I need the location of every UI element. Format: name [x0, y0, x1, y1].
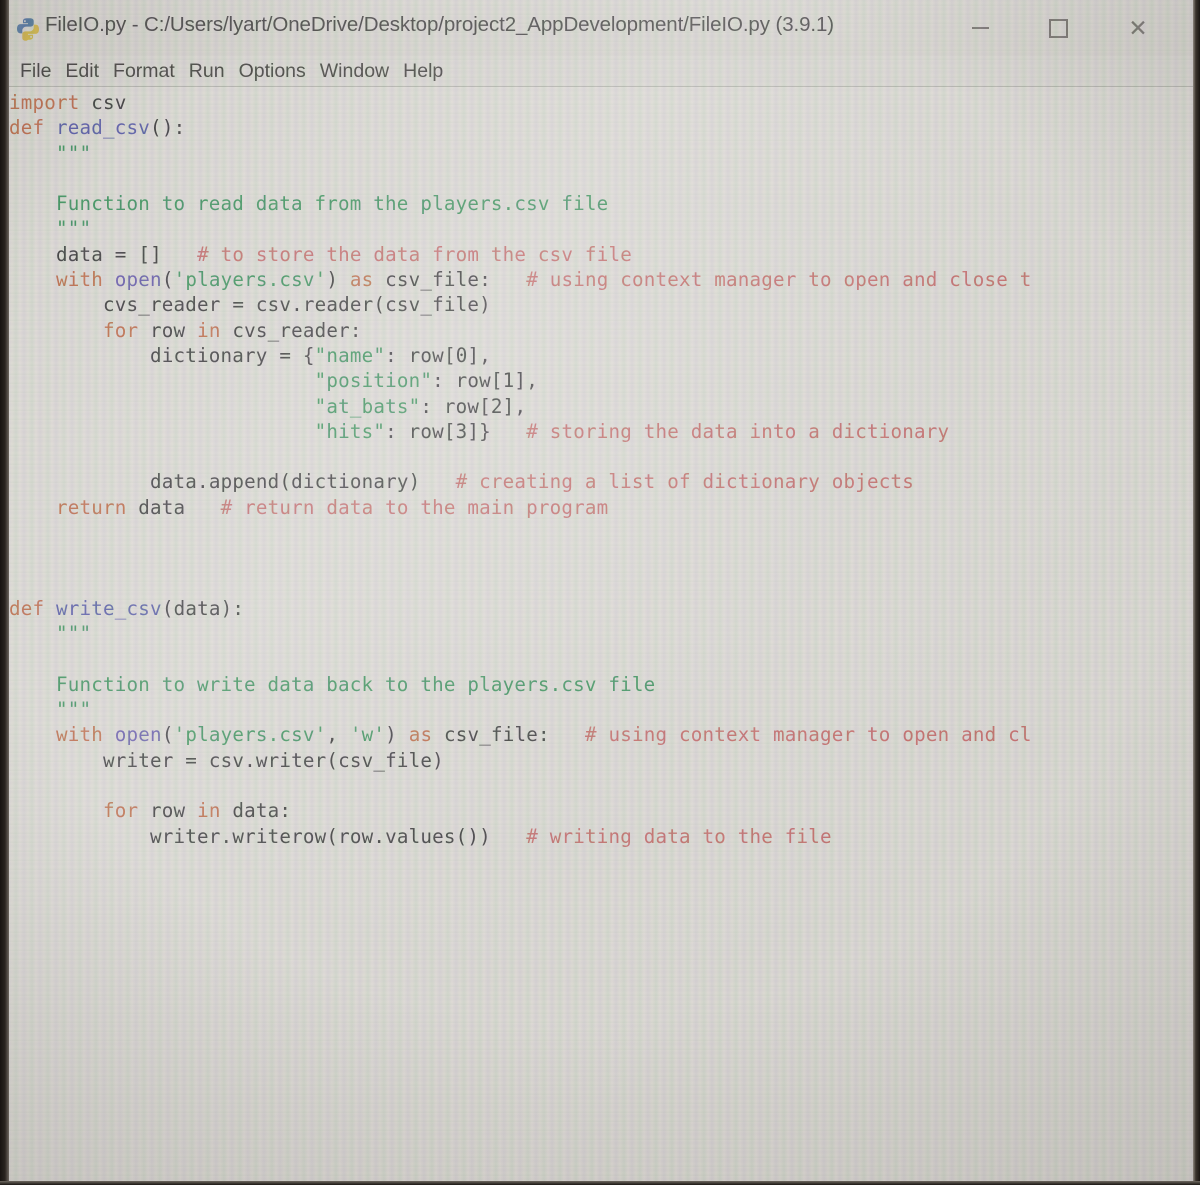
minimize-button[interactable] [957, 10, 1003, 46]
close-button[interactable]: ✕ [1115, 10, 1161, 46]
close-icon: ✕ [1128, 14, 1148, 41]
maximize-button[interactable] [1035, 10, 1081, 46]
code-editor[interactable]: import csv def read_csv(): """ Function t… [9, 87, 1193, 1181]
code-line: """ [56, 141, 92, 165]
screen-photo: FileIO.py - C:/Users/lyart/OneDrive/Desk… [0, 0, 1200, 1185]
window-controls: ✕ [957, 0, 1187, 56]
window-titlebar: FileIO.py - C:/Users/lyart/OneDrive/Desk… [9, 0, 1193, 56]
photo-edge-bottom [0, 1181, 1200, 1185]
code-line: data.append(dictionary) # creating a lis… [150, 470, 914, 494]
code-line: return data # return data to the main pr… [56, 495, 609, 519]
code-line: Function to write data back to the playe… [9, 672, 656, 696]
code-line: """ [56, 698, 92, 722]
code-line: "at_bats": row[2], [314, 394, 527, 418]
window-title: FileIO.py - C:/Users/lyart/OneDrive/Desk… [45, 13, 835, 36]
photo-edge-right [1193, 0, 1200, 1185]
code-line: data = [] # to store the data from the c… [56, 242, 632, 266]
menu-item-file[interactable]: File [13, 60, 58, 83]
code-line: writer = csv.writer(csv_file) [103, 748, 444, 772]
menubar: File Edit Format Run Options Window Help [9, 56, 1197, 86]
code-text[interactable]: import csv def read_csv(): """ Function t… [9, 90, 1193, 849]
code-line: "hits": row[3]} # storing the data into … [314, 419, 950, 443]
code-line: "position": row[1], [314, 369, 538, 393]
code-line: writer.writerow(row.values()) # writing … [150, 824, 832, 848]
menubar-divider [9, 86, 1193, 87]
code-line: for row in cvs_reader: [103, 318, 362, 342]
python-logo-icon [15, 16, 41, 42]
menu-item-edit[interactable]: Edit [58, 60, 106, 83]
menu-item-window[interactable]: Window [313, 60, 396, 83]
code-line: Function to read data from the players.c… [9, 192, 609, 216]
code-line: cvs_reader = csv.reader(csv_file) [103, 293, 491, 317]
minimize-icon [971, 27, 989, 29]
menu-item-options[interactable]: Options [232, 60, 313, 83]
code-line: """ [56, 622, 92, 646]
code-line: with open('players.csv', 'w') as csv_fil… [56, 723, 1032, 747]
code-line: """ [56, 217, 92, 241]
menu-item-run[interactable]: Run [182, 60, 232, 83]
code-line: for row in data: [103, 799, 292, 823]
menu-item-help[interactable]: Help [396, 60, 450, 83]
menu-item-format[interactable]: Format [106, 60, 182, 83]
code-line: def write_csv(data): [9, 596, 245, 620]
photo-edge-left [0, 0, 9, 1185]
code-line: dictionary = {"name": row[0], [150, 343, 491, 367]
code-line: with open('players.csv') as csv_file: # … [56, 268, 1032, 292]
code-line: def read_csv(): [9, 116, 186, 140]
code-line: import csv [9, 91, 127, 114]
maximize-icon [1048, 18, 1068, 38]
